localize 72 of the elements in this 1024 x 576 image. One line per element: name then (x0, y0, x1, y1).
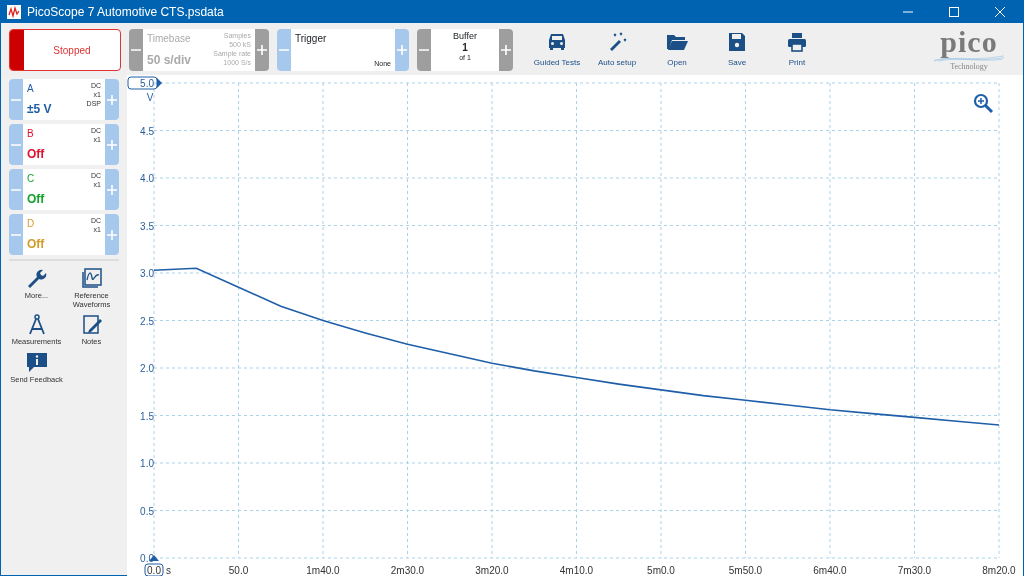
decrease-button[interactable] (9, 214, 23, 255)
logo-tagline: Technology (950, 62, 988, 71)
timebase-label: Timebase (147, 32, 192, 46)
buffer-label: Buffer (453, 31, 477, 42)
channel-range: Off (27, 236, 45, 253)
axis-tick-label: 0.5 (140, 505, 154, 517)
axis-tick-label: 3.0 (140, 268, 154, 279)
channel-name: B (27, 127, 35, 141)
channel-name: A (27, 82, 35, 96)
toolbar-button[interactable]: Auto setup (589, 29, 645, 71)
axis-tick-label: 0.0 (140, 553, 154, 564)
axis-tick-label: 4.0 (140, 173, 154, 184)
channel-range: ±5 V (27, 101, 52, 118)
axis-tick-label: 3.5 (140, 220, 154, 232)
axis-tick-label: 8m20.0 (982, 565, 1016, 576)
run-button[interactable]: Stopped (9, 29, 121, 71)
axis-tick-label: 1.5 (140, 410, 154, 422)
increase-button[interactable] (105, 124, 119, 165)
scale-handle[interactable] (127, 76, 162, 90)
axis-tick-label: 2.0 (140, 363, 154, 374)
axis-tick-label: 4.5 (140, 125, 154, 137)
increase-button[interactable] (395, 29, 409, 71)
increase-button[interactable] (499, 29, 513, 71)
axis-tick-label: 1.0 (140, 458, 154, 469)
axis-unit: s (166, 565, 171, 576)
trigger-label: Trigger (295, 32, 328, 46)
app-icon (7, 5, 21, 19)
decrease-button[interactable] (9, 79, 23, 120)
decrease-button[interactable] (277, 29, 291, 71)
maximize-icon[interactable] (947, 6, 961, 18)
axis-tick-label: 5m50.0 (728, 565, 763, 576)
increase-button[interactable] (105, 214, 119, 255)
window-title: PicoScope 7 Automotive CTS.psdata (27, 4, 225, 21)
plus-icon (106, 228, 118, 241)
axis-unit: V (146, 92, 154, 103)
decrease-button[interactable] (9, 124, 23, 165)
plus-icon (396, 44, 408, 56)
toolbar-button[interactable]: Save (709, 29, 765, 71)
channel-range: Off (27, 191, 45, 208)
close-icon[interactable] (993, 6, 1007, 18)
plus-icon (106, 138, 118, 151)
increase-button[interactable] (105, 169, 119, 210)
axis-tick-label: 1m40.0 (306, 565, 340, 576)
axis-tick-label: 7m30.0 (897, 565, 932, 576)
toolbar-button[interactable]: Open (649, 29, 705, 71)
decrease-button[interactable] (9, 169, 23, 210)
axis-tick-label: 0.0 (147, 565, 161, 576)
axis-tick-label: 2.5 (140, 315, 154, 327)
axis-tick-label: 5m0.0 (647, 565, 675, 576)
plus-icon (106, 183, 118, 196)
axis-tick-label: 50.0 (228, 565, 249, 576)
channel-range: Off (27, 146, 45, 163)
channel-name: C (27, 172, 36, 186)
axis-tick-label: 2m30.0 (390, 565, 425, 576)
toolbar-button[interactable]: Guided Tests (529, 29, 585, 71)
axis-tick-label: 3m20.0 (475, 565, 509, 576)
zoom-icon[interactable] (973, 93, 994, 114)
axis-tick-label: 6m40.0 (813, 565, 847, 576)
plus-icon (256, 44, 268, 56)
timebase-value: 50 s/div (147, 52, 192, 69)
increase-button[interactable] (105, 79, 119, 120)
axis-tick-label: 4m10.0 (559, 565, 594, 576)
plus-icon (500, 44, 512, 56)
plus-icon (106, 93, 118, 106)
increase-button[interactable] (255, 29, 269, 71)
buffer-value: 1 (462, 41, 468, 54)
feedback-icon (24, 350, 49, 373)
waveform-icon (79, 267, 104, 289)
channel-name: D (27, 217, 36, 231)
toolbar-button[interactable]: Print (769, 29, 825, 71)
axis-tick-label: 5.0 (140, 78, 154, 89)
printer-icon (785, 31, 809, 53)
